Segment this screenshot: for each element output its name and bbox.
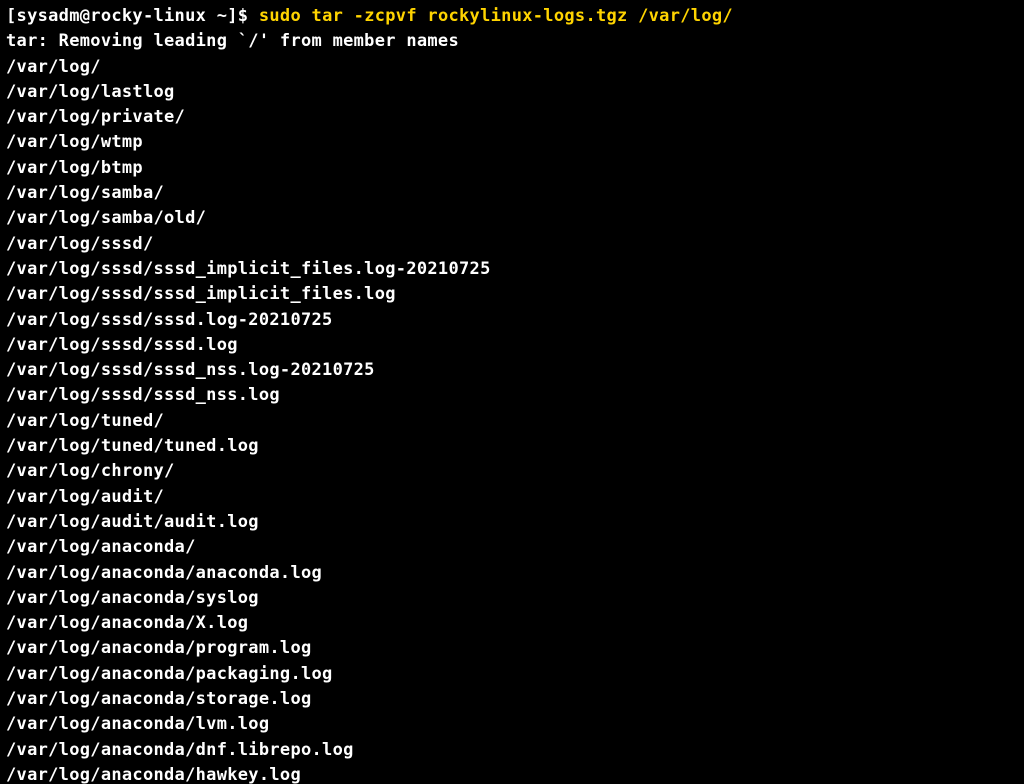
output-line: /var/log/anaconda/packaging.log [6, 664, 333, 684]
output-line: /var/log/sssd/ [6, 234, 154, 254]
output-line: /var/log/private/ [6, 107, 185, 127]
output-line: /var/log/wtmp [6, 132, 143, 152]
output-line: /var/log/samba/ [6, 183, 164, 203]
prompt-user-host: [sysadm@rocky-linux ~] [6, 6, 238, 26]
output-line: /var/log/audit/audit.log [6, 512, 259, 532]
output-line: /var/log/anaconda/program.log [6, 638, 312, 658]
output-line: /var/log/sssd/sssd_nss.log-20210725 [6, 360, 375, 380]
output-line: /var/log/anaconda/syslog [6, 588, 259, 608]
output-line: /var/log/tuned/ [6, 411, 164, 431]
output-line: /var/log/lastlog [6, 82, 175, 102]
output-line: /var/log/btmp [6, 158, 143, 178]
output-line: /var/log/tuned/tuned.log [6, 436, 259, 456]
output-line: /var/log/sssd/sssd.log [6, 335, 238, 355]
command-text: sudo tar -zcpvf rockylinux-logs.tgz /var… [259, 6, 733, 26]
output-line: /var/log/anaconda/lvm.log [6, 714, 269, 734]
output-line: /var/log/chrony/ [6, 461, 175, 481]
output-line: /var/log/anaconda/X.log [6, 613, 248, 633]
prompt-dollar: $ [238, 6, 259, 26]
output-line: /var/log/sssd/sssd.log-20210725 [6, 310, 333, 330]
output-line: /var/log/anaconda/dnf.librepo.log [6, 740, 354, 760]
output-line: /var/log/anaconda/anaconda.log [6, 563, 322, 583]
output-line: /var/log/sssd/sssd_implicit_files.log-20… [6, 259, 491, 279]
output-line: /var/log/anaconda/storage.log [6, 689, 312, 709]
terminal-output[interactable]: [sysadm@rocky-linux ~]$ sudo tar -zcpvf … [0, 0, 1024, 784]
tar-warning: tar: Removing leading `/' from member na… [6, 31, 459, 51]
output-line: /var/log/anaconda/ [6, 537, 196, 557]
output-line: /var/log/sssd/sssd_implicit_files.log [6, 284, 396, 304]
output-line: /var/log/ [6, 57, 101, 77]
output-line: /var/log/audit/ [6, 487, 164, 507]
output-line: /var/log/samba/old/ [6, 208, 206, 228]
output-line: /var/log/sssd/sssd_nss.log [6, 385, 280, 405]
output-line: /var/log/anaconda/hawkey.log [6, 765, 301, 784]
